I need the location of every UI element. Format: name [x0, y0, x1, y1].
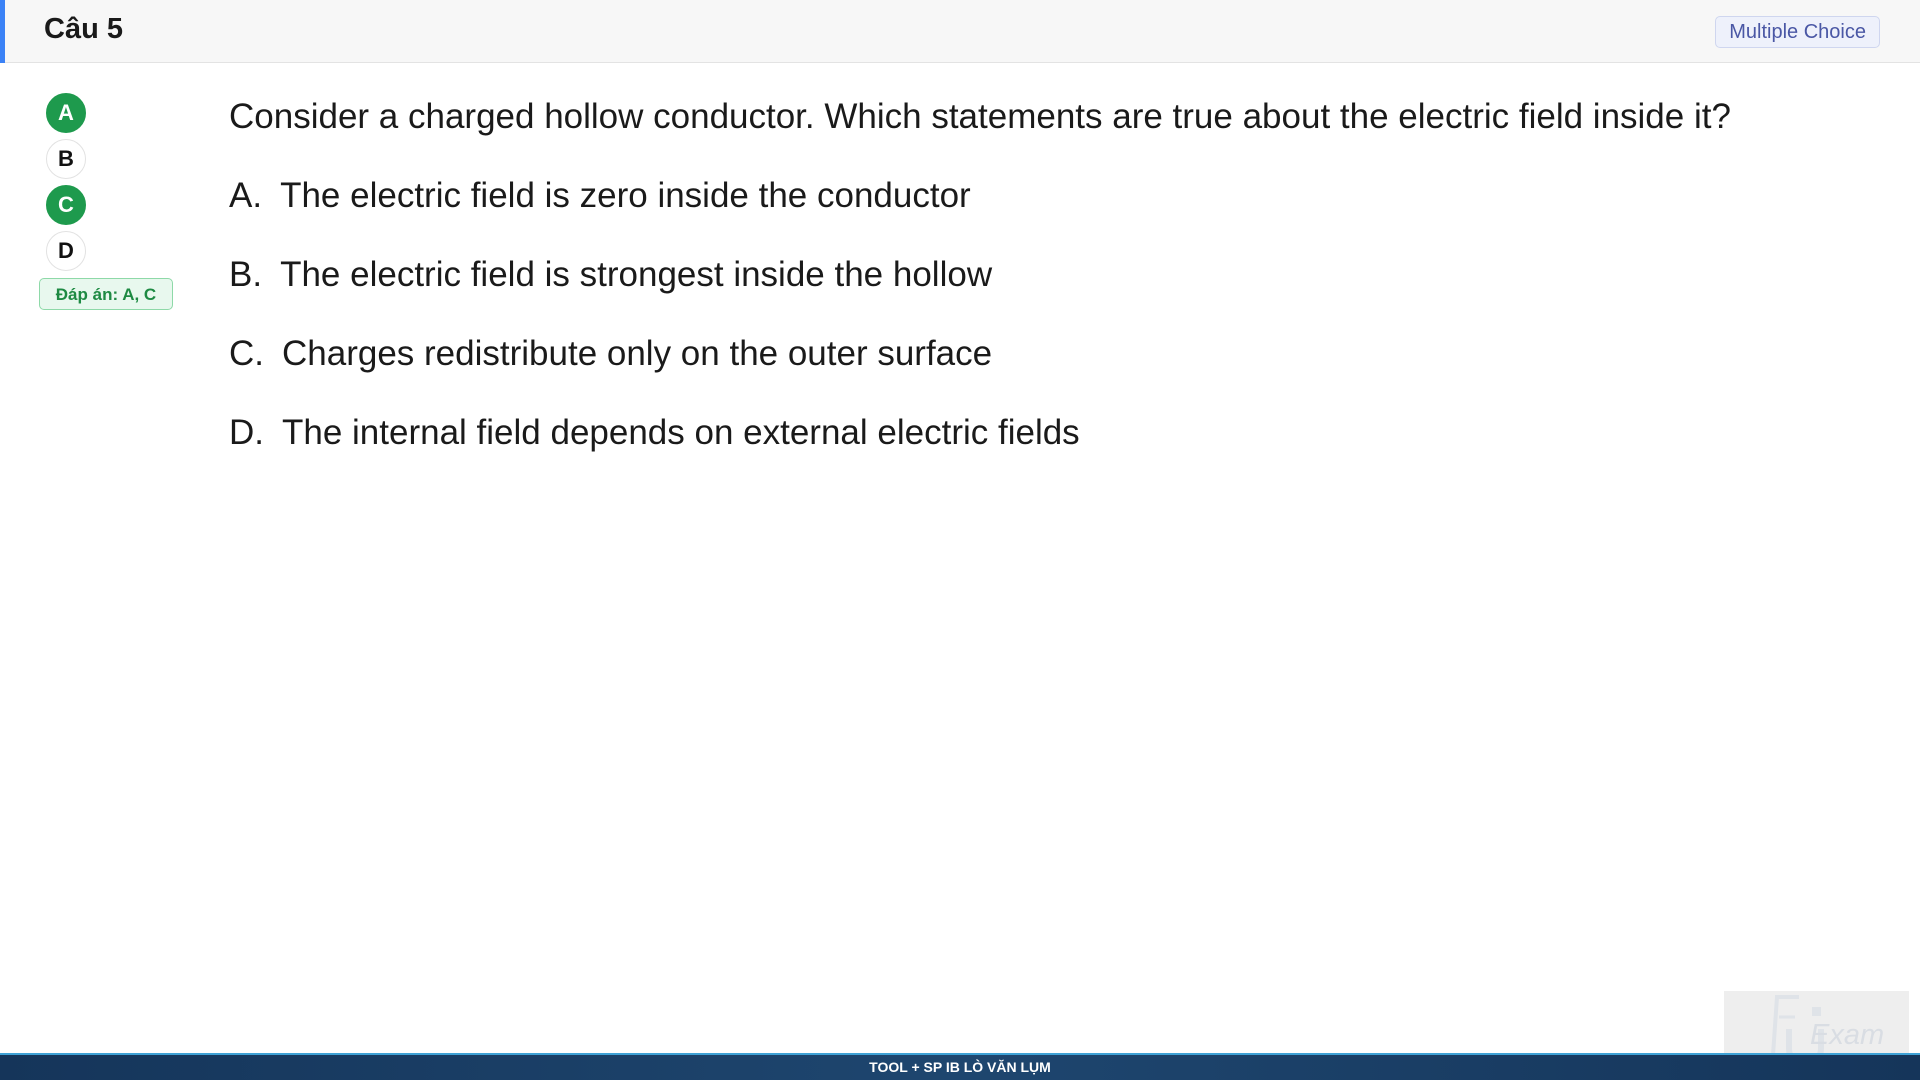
correct-answer-badge: Đáp án: A, C: [39, 278, 173, 310]
option-letter: B.: [229, 255, 263, 294]
question-header: Câu 5 Multiple Choice: [0, 0, 1920, 63]
answer-option-d[interactable]: D: [46, 231, 86, 271]
option-letter: D.: [229, 413, 264, 452]
option-text: The electric field is zero inside the co…: [280, 176, 971, 215]
option-text: The internal field depends on external e…: [282, 413, 1080, 452]
answer-option-a[interactable]: A: [46, 93, 86, 133]
option-text: The electric field is strongest inside t…: [280, 255, 993, 294]
option-letter: C.: [229, 334, 264, 373]
question-option-d: D. The internal field depends on external…: [229, 413, 1080, 453]
answer-selector: A B C D: [46, 93, 86, 277]
question-number-title: Câu 5: [44, 13, 123, 45]
footer-bar: TOOL + SP IB LÒ VĂN LỤM: [0, 1053, 1920, 1080]
option-text: Charges redistribute only on the outer s…: [282, 334, 993, 373]
question-option-b: B. The electric field is strongest inside…: [229, 255, 992, 295]
logo-text: Exam: [1810, 1019, 1885, 1051]
question-option-a: A. The electric field is zero inside the …: [229, 176, 971, 216]
header-accent-bar: [0, 0, 5, 63]
option-letter: A.: [229, 176, 263, 215]
question-text: Consider a charged hollow conductor. Whi…: [229, 97, 1731, 136]
answer-option-c[interactable]: C: [46, 185, 86, 225]
question-option-c: C. Charges redistribute only on the outer…: [229, 334, 992, 374]
question-type-badge: Multiple Choice: [1715, 16, 1880, 48]
answer-option-b[interactable]: B: [46, 139, 86, 179]
